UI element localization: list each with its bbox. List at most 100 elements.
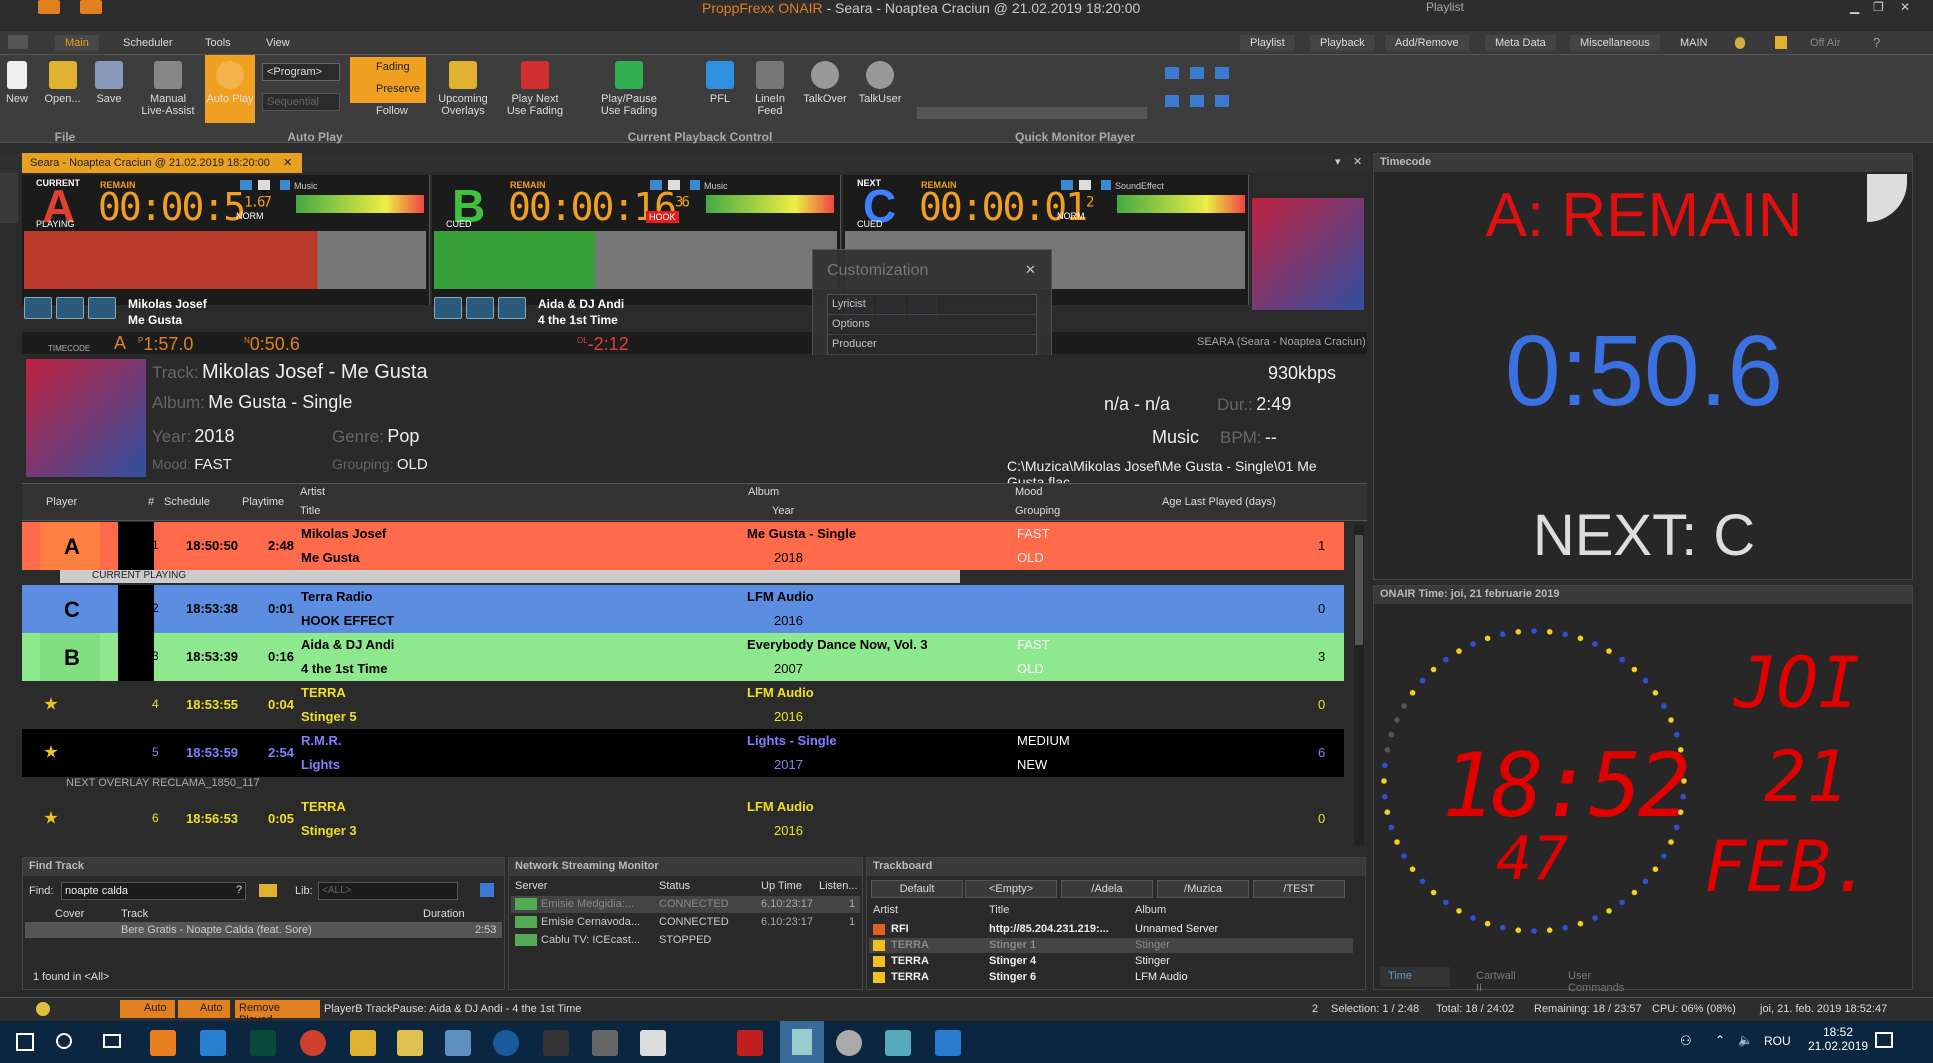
user-icon[interactable] (1735, 37, 1745, 49)
trackboard-tab[interactable]: /Adela (1061, 880, 1153, 898)
customization-item[interactable]: Lyricist (828, 295, 1036, 315)
trackboard-tab[interactable]: /TEST (1253, 880, 1345, 898)
playlist-scrollbar[interactable] (1354, 525, 1364, 845)
task-view-icon[interactable] (103, 1034, 121, 1048)
playlist-row[interactable]: 5 18:53:59 2:54 R.M.R. Lights Lights - S… (22, 729, 1344, 777)
terminal-icon[interactable] (543, 1030, 569, 1056)
close-window-icon[interactable]: ✕ (1900, 0, 1910, 14)
manual-live-assist-button[interactable]: Manual Live-Assist (138, 61, 198, 117)
auto-play-button[interactable]: Auto Play (205, 55, 255, 123)
auto-button-1[interactable]: Auto (120, 1000, 175, 1018)
qm-play-icon[interactable] (1190, 67, 1204, 79)
playlist-row[interactable]: 4 18:53:55 0:04 TERRA Stinger 5 LFM Audi… (22, 681, 1344, 729)
pfl-button[interactable]: PFL (705, 61, 735, 105)
bulb-icon[interactable] (36, 1002, 50, 1016)
deck-play-icon[interactable] (1061, 180, 1073, 190)
playlist-row[interactable]: A 1 18:50:50 2:48 Mikolas Josef Me Gusta… (22, 522, 1344, 570)
trackboard-tab[interactable]: /Muzica (1157, 880, 1249, 898)
trackboard-row[interactable]: TERRA Stinger 4 Stinger (869, 954, 1353, 969)
quick-access-icon[interactable] (80, 0, 102, 14)
folder-search-icon[interactable] (259, 884, 277, 897)
vlc-icon[interactable] (150, 1030, 176, 1056)
col-title[interactable]: Title (300, 505, 320, 517)
follow-toggle[interactable]: Follow (376, 105, 408, 117)
network-row[interactable]: Cablu TV: ICEcast... STOPPED (511, 932, 860, 949)
people-icon[interactable]: ⚇ (1680, 1033, 1692, 1049)
tab-meta-data[interactable]: Meta Data (1485, 35, 1556, 51)
col-age[interactable]: Age Last Played (days) (1162, 496, 1276, 508)
waveform[interactable] (434, 231, 837, 289)
proppfrexx-taskbar-item[interactable] (780, 1021, 824, 1063)
search-icon[interactable] (56, 1033, 72, 1049)
fading-toggle[interactable]: Fading (376, 61, 410, 73)
restore-icon[interactable]: ❐ (1873, 0, 1884, 14)
trackboard-tab[interactable]: Default (871, 880, 963, 898)
find-result-row[interactable]: Bere Gratis - Noapte Calda (feat. Sore) … (25, 922, 502, 938)
find-help-icon[interactable]: ? (236, 884, 242, 896)
tab-playlist[interactable]: Playlist (1240, 35, 1295, 51)
playlist-row[interactable]: 6 18:56:53 0:05 TERRA Stinger 3 LFM Audi… (22, 795, 1344, 843)
network-row[interactable]: Emisie Medgidia:... CONNECTED 6.10:23:17… (511, 896, 860, 913)
off-air-indicator[interactable]: Off Air (1810, 37, 1840, 49)
app-menu-icon[interactable] (8, 35, 28, 49)
qm-ff-icon[interactable] (1190, 95, 1204, 107)
explorer-icon[interactable] (397, 1030, 423, 1056)
trackboard-row[interactable]: RFI http://85.204.231.219:... Unnamed Se… (869, 922, 1353, 937)
clock-tab-time[interactable]: Time (1380, 967, 1450, 987)
qm-rew-icon[interactable] (1165, 95, 1179, 107)
tab-miscellaneous[interactable]: Miscellaneous (1570, 35, 1660, 51)
deck-cue-button[interactable] (56, 297, 84, 319)
program-select[interactable]: <Program> (262, 63, 340, 81)
col-playtime[interactable]: Playtime (242, 496, 284, 508)
tab-playback[interactable]: Playback (1310, 35, 1375, 51)
deck-mode[interactable]: NORM (1057, 211, 1085, 221)
close-tab-icon[interactable]: ✕ (283, 157, 292, 169)
deck-edit-icon[interactable] (1079, 180, 1091, 190)
deck-rewind-button[interactable] (88, 297, 116, 319)
col-album[interactable]: Album (748, 486, 779, 498)
deck-edit-icon[interactable] (668, 180, 680, 190)
lib-input[interactable]: <ALL> (318, 882, 458, 900)
calculator-icon[interactable] (592, 1030, 618, 1056)
deck-category[interactable]: Music (704, 181, 728, 191)
teamviewer-icon[interactable] (200, 1030, 226, 1056)
trackboard-tab[interactable]: <Empty> (965, 880, 1057, 898)
open-button[interactable]: Open... (40, 61, 85, 105)
network-row[interactable]: Emisie Cernavoda... CONNECTED 6.10:23:17… (511, 914, 860, 931)
upcoming-overlays-button[interactable]: Upcoming Overlays (435, 61, 491, 117)
start-icon[interactable] (16, 1033, 34, 1051)
clock-tab-user-commands[interactable]: User Commands (1546, 967, 1656, 994)
lock-icon[interactable] (1775, 36, 1787, 49)
talkover-button[interactable]: TalkOver (800, 61, 850, 105)
waveform[interactable] (24, 231, 426, 289)
auto-button-2[interactable]: Auto (178, 1000, 230, 1018)
quick-monitor-progress[interactable] (917, 107, 1147, 119)
help-icon[interactable]: ? (1873, 35, 1880, 50)
play-pause-button[interactable]: Play/Pause Use Fading (600, 61, 658, 117)
col-player[interactable]: Player (46, 496, 77, 508)
filezilla-icon[interactable] (737, 1030, 763, 1056)
remove-played-button[interactable]: Remove Played (235, 1000, 320, 1026)
col-grouping[interactable]: Grouping (1015, 505, 1060, 517)
app-icon-7[interactable] (445, 1030, 471, 1056)
col-artist[interactable]: Artist (300, 486, 325, 498)
audition-icon[interactable] (250, 1030, 276, 1056)
chrome-icon[interactable] (300, 1030, 326, 1056)
clock-tab-cartwall[interactable]: Cartwall II (1454, 967, 1544, 994)
trackboard-row[interactable]: TERRA Stinger 1 Stinger (869, 938, 1353, 953)
close-document-icon[interactable]: ✕ (1353, 155, 1362, 168)
new-button[interactable]: New (4, 61, 30, 105)
minimize-icon[interactable]: ▁ (1850, 0, 1859, 14)
tab-view[interactable]: View (256, 35, 300, 51)
deck-cue-button[interactable] (466, 297, 494, 319)
mail-icon[interactable] (640, 1030, 666, 1056)
app-icon[interactable] (38, 0, 60, 14)
deck-playpause-button[interactable] (24, 297, 52, 319)
play-next-button[interactable]: Play Next Use Fading (506, 61, 564, 117)
deck-playpause-button[interactable] (434, 297, 462, 319)
sequential-select[interactable]: Sequential (262, 93, 340, 111)
deck-category[interactable]: SoundEffect (1115, 181, 1164, 191)
itunes-icon[interactable] (836, 1030, 862, 1056)
language-indicator[interactable]: ROU (1764, 1034, 1791, 1048)
deck-edit-icon[interactable] (258, 180, 270, 190)
